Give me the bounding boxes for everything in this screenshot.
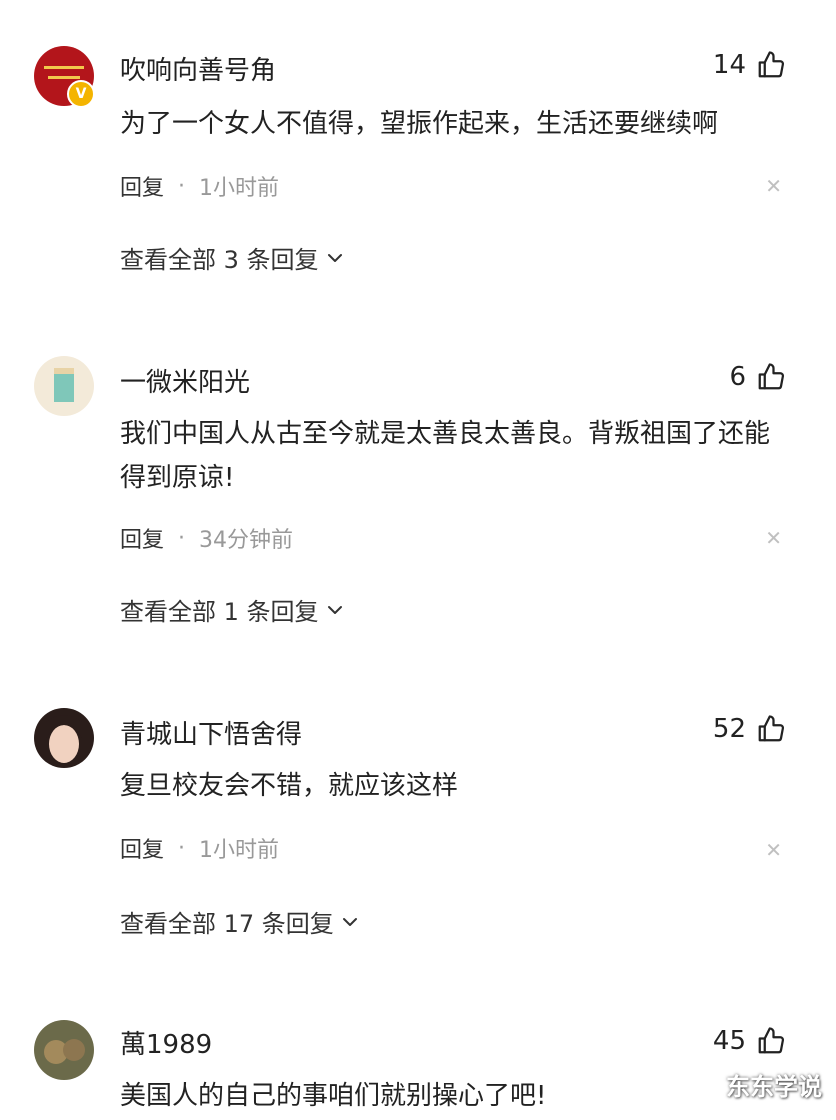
username[interactable]: 青城山下悟舍得 — [120, 714, 302, 751]
timestamp: 34分钟前 — [199, 528, 294, 553]
like-count: 14 — [712, 50, 746, 80]
comment-text: 复旦校友会不错，就应该这样 — [120, 771, 459, 801]
like-count: 52 — [712, 714, 746, 744]
thumbs-up-icon[interactable] — [756, 362, 786, 392]
reply-button[interactable]: 回复 — [120, 522, 164, 554]
username[interactable]: 一微米阳光 — [120, 362, 250, 399]
view-all-replies-button[interactable]: 查看全部 3 条回复 — [120, 240, 345, 275]
comment-meta: 回复 · 34分钟前 — [120, 522, 293, 554]
like-button[interactable]: 6 — [729, 362, 786, 392]
close-icon[interactable]: ✕ — [765, 174, 782, 198]
separator-dot: · — [178, 835, 186, 861]
separator-dot: · — [178, 525, 186, 551]
avatar[interactable] — [34, 1020, 94, 1080]
comment-meta: 回复 · 1小时前 — [120, 170, 279, 202]
comment-text: 美国人的自己的事咱们就别操心了吧! — [120, 1081, 547, 1111]
comment-text: 为了一个女人不值得，望振作起来，生活还要继续啊 — [120, 109, 719, 139]
chevron-down-icon — [327, 253, 342, 262]
verified-badge-icon: V — [67, 80, 95, 108]
reply-button[interactable]: 回复 — [120, 832, 164, 864]
username[interactable]: 萬1989 — [120, 1024, 212, 1061]
username[interactable]: 吹响向善号角 — [120, 50, 276, 87]
like-count: 6 — [729, 362, 746, 392]
avatar[interactable] — [34, 708, 94, 768]
close-icon[interactable]: ✕ — [765, 838, 782, 862]
view-all-replies-label: 查看全部 3 条回复 — [120, 246, 319, 274]
like-count: 45 — [712, 1026, 746, 1056]
like-button[interactable]: 14 — [713, 50, 786, 80]
timestamp: 1小时前 — [199, 176, 280, 201]
thumbs-up-icon[interactable] — [756, 50, 786, 80]
view-all-replies-label: 查看全部 17 条回复 — [120, 910, 334, 938]
view-all-replies-button[interactable]: 查看全部 17 条回复 — [120, 904, 360, 939]
watermark: 东东学说 — [726, 1073, 822, 1101]
avatar[interactable] — [34, 356, 94, 416]
thumbs-up-icon[interactable] — [756, 714, 786, 744]
chevron-down-icon — [342, 917, 357, 926]
separator-dot: · — [178, 173, 186, 199]
comment-text: 我们中国人从古至今就是太善良太善良。背叛祖国了还能得到原谅! — [120, 419, 771, 493]
chevron-down-icon — [327, 605, 342, 614]
view-all-replies-label: 查看全部 1 条回复 — [120, 598, 319, 626]
thumbs-up-icon[interactable] — [756, 1026, 786, 1056]
comment-meta: 回复 · 1小时前 — [120, 832, 279, 864]
reply-button[interactable]: 回复 — [120, 170, 164, 202]
like-button[interactable]: 52 — [713, 714, 786, 744]
close-icon[interactable]: ✕ — [765, 526, 782, 550]
like-button[interactable]: 45 — [713, 1026, 786, 1056]
timestamp: 1小时前 — [199, 838, 280, 863]
view-all-replies-button[interactable]: 查看全部 1 条回复 — [120, 592, 345, 627]
